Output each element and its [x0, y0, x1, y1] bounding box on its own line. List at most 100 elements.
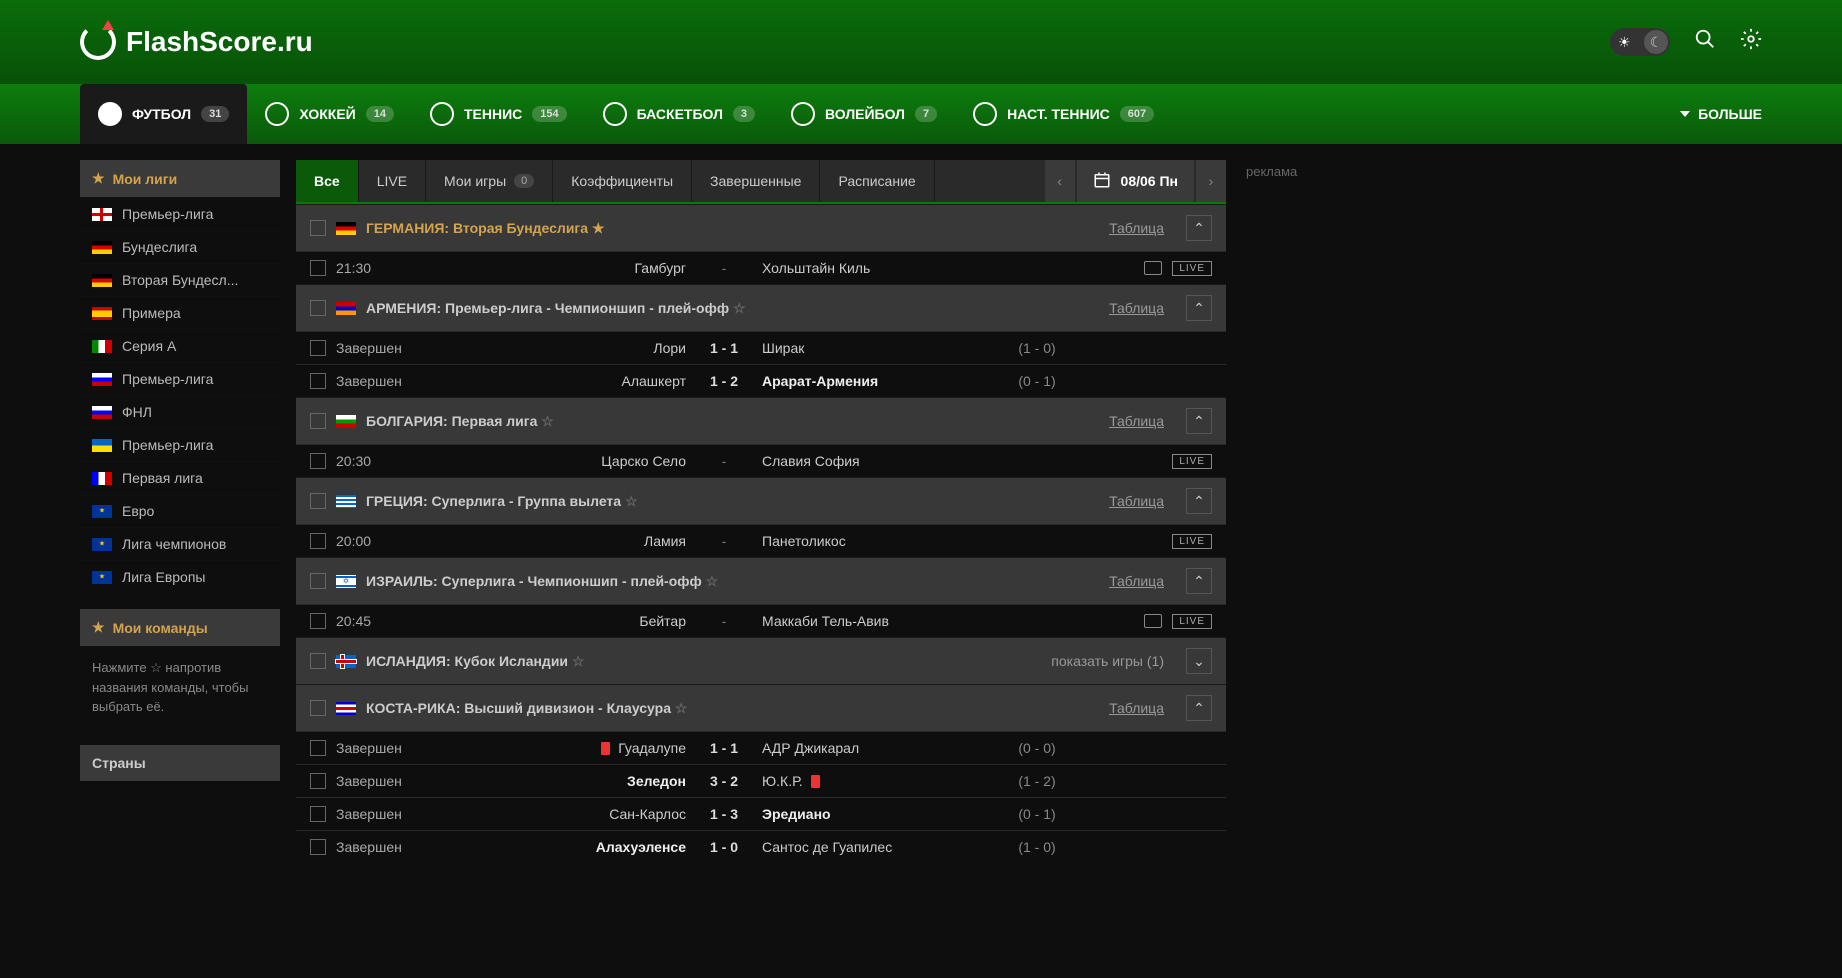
match-row[interactable]: Завершен Сан-Карлос 1 - 3 Эредиано (0 - … [296, 797, 1226, 830]
sidebar-item[interactable]: Премьер-лига [80, 362, 280, 395]
collapse-button[interactable]: ⌃ [1186, 408, 1212, 434]
sidebar-item[interactable]: Примера [80, 296, 280, 329]
table-link[interactable]: Таблица [1109, 413, 1164, 429]
table-link[interactable]: Таблица [1109, 700, 1164, 716]
checkbox[interactable] [310, 453, 326, 469]
sport-tab[interactable]: ХОККЕЙ14 [247, 84, 412, 144]
collapse-button[interactable]: ⌃ [1186, 488, 1212, 514]
date-next-button[interactable]: › [1196, 160, 1226, 202]
league-header[interactable]: БОЛГАРИЯ: Первая лига ☆ Таблица ⌃ [296, 397, 1226, 444]
checkbox[interactable] [310, 573, 326, 589]
filter-odds[interactable]: Коэффициенты [553, 160, 692, 202]
sidebar-item[interactable]: Вторая Бундесл... [80, 263, 280, 296]
star-outline-icon[interactable]: ☆ [733, 300, 746, 316]
flag-icon [92, 274, 112, 287]
filter-live[interactable]: LIVE [359, 160, 426, 202]
tv-icon[interactable] [1144, 261, 1162, 275]
filter-scheduled[interactable]: Расписание [820, 160, 934, 202]
match-row[interactable]: Завершен Гуадалупе 1 - 1 АДР Джикарал (0… [296, 731, 1226, 764]
gear-icon[interactable] [1740, 28, 1762, 56]
sidebar-item[interactable]: Серия А [80, 329, 280, 362]
checkbox[interactable] [310, 773, 326, 789]
table-link[interactable]: Таблица [1109, 573, 1164, 589]
sidebar-item[interactable]: Премьер-лига [80, 428, 280, 461]
checkbox[interactable] [310, 340, 326, 356]
table-link[interactable]: Таблица [1109, 493, 1164, 509]
sport-tab[interactable]: БАСКЕТБОЛ3 [585, 84, 773, 144]
checkbox[interactable] [310, 740, 326, 756]
checkbox[interactable] [310, 653, 326, 669]
star-outline-icon[interactable]: ☆ [625, 493, 638, 509]
sidebar-item[interactable]: Лига чемпионов [80, 527, 280, 560]
theme-toggle[interactable]: ☀ ☾ [1610, 28, 1670, 56]
checkbox[interactable] [310, 806, 326, 822]
table-link[interactable]: Таблица [1109, 220, 1164, 236]
checkbox[interactable] [310, 613, 326, 629]
league-header[interactable]: ГЕРМАНИЯ: Вторая Бундеслига ★ Таблица ⌃ [296, 204, 1226, 251]
match-row[interactable]: 20:45 Бейтар - Маккаби Тель-Авив LIVE [296, 604, 1226, 637]
sidebar-item[interactable]: Первая лига [80, 461, 280, 494]
sidebar-item[interactable]: Лига Европы [80, 560, 280, 593]
star-outline-icon[interactable]: ☆ [572, 653, 585, 669]
filter-all[interactable]: Все [296, 160, 359, 202]
checkbox[interactable] [310, 493, 326, 509]
sport-tab[interactable]: ТЕННИС154 [412, 84, 585, 144]
checkbox[interactable] [310, 260, 326, 276]
league-header[interactable]: ИЗРАИЛЬ: Суперлига - Чемпионшип - плей-о… [296, 557, 1226, 604]
date-picker[interactable]: 08/06 Пн [1077, 160, 1194, 202]
my-leagues-header[interactable]: ★ Мои лиги [80, 160, 280, 197]
match-status: Завершен [336, 806, 416, 822]
collapse-button[interactable]: ⌄ [1186, 648, 1212, 674]
sport-count: 7 [915, 106, 937, 122]
sport-tab[interactable]: ФУТБОЛ31 [80, 84, 247, 144]
checkbox[interactable] [310, 839, 326, 855]
star-outline-icon[interactable]: ☆ [706, 573, 719, 589]
collapse-button[interactable]: ⌃ [1186, 695, 1212, 721]
star-outline-icon[interactable]: ☆ [675, 700, 688, 716]
sidebar-item[interactable]: Евро [80, 494, 280, 527]
checkbox[interactable] [310, 413, 326, 429]
checkbox[interactable] [310, 300, 326, 316]
collapse-button[interactable]: ⌃ [1186, 568, 1212, 594]
countries-header[interactable]: Страны [80, 745, 280, 781]
match-row[interactable]: Завершен Лори 1 - 1 Ширак (1 - 0) [296, 331, 1226, 364]
live-badge[interactable]: LIVE [1172, 454, 1212, 469]
filter-my-games[interactable]: Мои игры 0 [426, 160, 553, 202]
table-link[interactable]: Таблица [1109, 300, 1164, 316]
sidebar-item[interactable]: Бундеслига [80, 230, 280, 263]
star-icon[interactable]: ★ [592, 220, 605, 236]
match-row[interactable]: Завершен Алахуэленсе 1 - 0 Сантос де Гуа… [296, 830, 1226, 863]
sport-tab[interactable]: ВОЛЕЙБОЛ7 [773, 84, 955, 144]
sidebar-item[interactable]: Премьер-лига [80, 197, 280, 230]
filter-finished[interactable]: Завершенные [692, 160, 820, 202]
sidebar-item[interactable]: ФНЛ [80, 395, 280, 428]
my-teams-header[interactable]: ★ Мои команды [80, 609, 280, 646]
league-header[interactable]: КОСТА-РИКА: Высший дивизион - Клаусура ☆… [296, 684, 1226, 731]
match-row[interactable]: 21:30 Гамбург - Хольштайн Киль LIVE [296, 251, 1226, 284]
match-row[interactable]: 20:30 Царско Село - Славия София LIVE [296, 444, 1226, 477]
collapse-button[interactable]: ⌃ [1186, 215, 1212, 241]
date-prev-button[interactable]: ‹ [1045, 160, 1075, 202]
league-header[interactable]: АРМЕНИЯ: Премьер-лига - Чемпионшип - пле… [296, 284, 1226, 331]
collapse-button[interactable]: ⌃ [1186, 295, 1212, 321]
live-badge[interactable]: LIVE [1172, 534, 1212, 549]
tv-icon[interactable] [1144, 614, 1162, 628]
star-outline-icon[interactable]: ☆ [541, 413, 554, 429]
league-header[interactable]: ГРЕЦИЯ: Суперлига - Группа вылета ☆ Табл… [296, 477, 1226, 524]
league-header[interactable]: ИСЛАНДИЯ: Кубок Исландии ☆ показать игры… [296, 637, 1226, 684]
checkbox[interactable] [310, 220, 326, 236]
match-row[interactable]: Завершен Зеледон 3 - 2 Ю.К.Р. (1 - 2) [296, 764, 1226, 797]
more-sports-button[interactable]: БОЛЬШЕ [1680, 106, 1762, 122]
checkbox[interactable] [310, 700, 326, 716]
checkbox[interactable] [310, 533, 326, 549]
sport-tab[interactable]: НАСТ. ТЕННИС607 [955, 84, 1172, 144]
league-name: ГЕРМАНИЯ: Вторая Бундеслига ★ [366, 220, 1099, 237]
match-row[interactable]: Завершен Алашкерт 1 - 2 Арарат-Армения (… [296, 364, 1226, 397]
search-icon[interactable] [1694, 28, 1716, 56]
logo[interactable]: FlashScore.ru [80, 24, 313, 60]
live-badge[interactable]: LIVE [1172, 261, 1212, 276]
match-row[interactable]: 20:00 Ламия - Панетоликос LIVE [296, 524, 1226, 557]
checkbox[interactable] [310, 373, 326, 389]
live-badge[interactable]: LIVE [1172, 614, 1212, 629]
show-games-link[interactable]: показать игры (1) [1051, 653, 1164, 669]
